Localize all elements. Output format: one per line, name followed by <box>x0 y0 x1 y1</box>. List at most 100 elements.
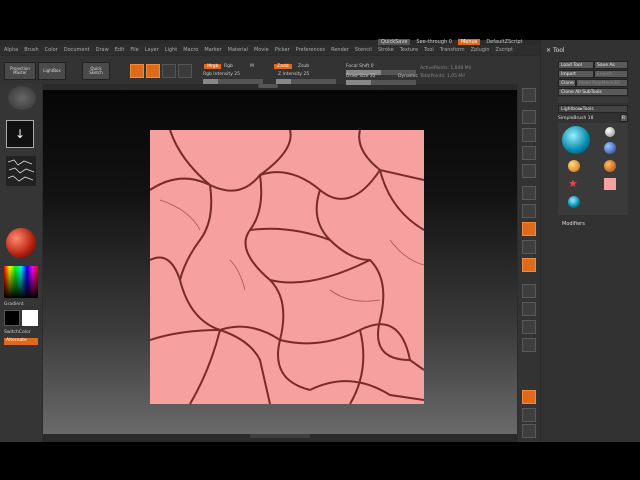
menu-item-zscript[interactable]: Zscript <box>496 47 513 53</box>
menu-item-document[interactable]: Document <box>64 47 90 53</box>
main-color-swatch[interactable] <box>4 310 20 326</box>
lightbox-button[interactable]: LightBox <box>38 62 66 80</box>
menu-item-stroke[interactable]: Stroke <box>378 47 394 53</box>
menu-item-alpha[interactable]: Alpha <box>4 47 18 53</box>
r-button[interactable]: R <box>620 114 628 122</box>
make-polymesh-button[interactable]: Make PolyMesh3D <box>576 79 628 87</box>
menu-item-brush[interactable]: Brush <box>24 47 38 53</box>
solo-button[interactable] <box>522 424 536 438</box>
scale-mode-button[interactable] <box>178 64 192 78</box>
clone-all-subtools-button[interactable]: Clone All SubTools <box>558 88 628 96</box>
actual-button[interactable] <box>522 146 536 160</box>
bottom-bar <box>0 442 640 480</box>
menu-item-render[interactable]: Render <box>331 47 349 53</box>
color-picker[interactable] <box>4 266 38 298</box>
m-button[interactable]: M <box>250 64 254 69</box>
tool-singlebrush-thumb[interactable] <box>568 160 580 172</box>
material-sphere[interactable] <box>6 228 36 258</box>
active-points-readout: ActivePoints: 1,048 Mil <box>420 66 472 71</box>
alpha-noise-icon <box>7 159 35 182</box>
mrgb-button: Mrgb <box>204 64 222 69</box>
menu-item-picker[interactable]: Picker <box>275 47 290 53</box>
rgb-intensity-label: Rgb Intensity 25 <box>203 72 241 77</box>
projection-master-button[interactable]: Projection Master <box>4 62 36 80</box>
menu-item-layer[interactable]: Layer <box>145 47 159 53</box>
menu-item-macro[interactable]: Macro <box>183 47 198 53</box>
menu-item-color[interactable]: Color <box>45 47 58 53</box>
rotate-button[interactable] <box>522 338 536 352</box>
canvas-scroll-handle[interactable] <box>258 84 278 88</box>
switch-color-button[interactable]: SwitchColor <box>4 330 31 335</box>
xyz-button[interactable] <box>522 258 536 272</box>
scale-button[interactable] <box>522 320 536 334</box>
secondary-color-swatch[interactable] <box>22 310 38 326</box>
menu-item-preferences[interactable]: Preferences <box>296 47 325 53</box>
import-button[interactable]: Import <box>558 70 594 78</box>
menu-item-zplugin[interactable]: Zplugin <box>471 47 490 53</box>
zadd-button: Zadd <box>274 64 292 69</box>
rgb-button[interactable]: Rgb <box>224 64 233 69</box>
zsub-button[interactable]: Zsub <box>298 64 309 69</box>
load-tool-button[interactable]: Load Tool <box>558 61 594 69</box>
save-as-button[interactable]: Save As <box>594 61 628 69</box>
menu-item-transform[interactable]: Transform <box>440 47 465 53</box>
tool-star-icon[interactable]: ★ <box>568 178 580 190</box>
clone-button[interactable]: Clone <box>558 79 576 87</box>
polyf-button[interactable] <box>522 390 536 404</box>
bpr-button[interactable] <box>522 88 536 102</box>
transp-button[interactable] <box>522 408 536 422</box>
tool-simplebrush-small-thumb[interactable] <box>568 196 580 208</box>
tool-canvas-thumb[interactable] <box>604 178 616 190</box>
rgb-intensity-slider[interactable] <box>203 79 263 84</box>
tool-simplebrush-thumb[interactable] <box>562 126 590 154</box>
draw-size-label: Draw Size 32 <box>346 74 376 79</box>
floor-button[interactable] <box>522 204 536 218</box>
lsym-button[interactable] <box>522 240 536 254</box>
menu-item-light[interactable]: Light <box>165 47 177 53</box>
menu-item-movie[interactable]: Movie <box>254 47 269 53</box>
menu-item-stencil[interactable]: Stencil <box>355 47 372 53</box>
modifiers-section[interactable]: Modifiers <box>562 221 585 227</box>
focal-shift-label: Focal Shift 0 <box>346 64 374 69</box>
menu-bar: Alpha Brush Color Document Draw Edit File Layer… <box>0 45 540 55</box>
move-mode-button[interactable] <box>162 64 176 78</box>
alternate-button[interactable]: Alternate <box>4 338 38 345</box>
menu-item-edit[interactable]: Edit <box>115 47 125 53</box>
tool-sphere3d-thumb[interactable] <box>605 127 615 137</box>
draw-mode-button[interactable] <box>146 64 160 78</box>
brush-thumbnail[interactable] <box>8 86 36 110</box>
menu-item-texture[interactable]: Texture <box>400 47 418 53</box>
dynamic-button[interactable]: Dynamic <box>398 74 418 79</box>
crack-pattern <box>149 129 425 405</box>
menu-item-material[interactable]: Material <box>228 47 248 53</box>
menu-item-file[interactable]: File <box>130 47 138 53</box>
tool-zsphere-thumb[interactable] <box>604 160 616 172</box>
canvas-bottom-handle[interactable] <box>250 434 310 438</box>
persp-button[interactable] <box>522 186 536 200</box>
collapse-icon: ✕ <box>546 47 553 54</box>
menu-item-draw[interactable]: Draw <box>96 47 109 53</box>
quick-sketch-button[interactable]: Quick Sketch <box>82 62 110 80</box>
draw-size-slider[interactable] <box>346 80 416 85</box>
tool-polymesh-thumb[interactable] <box>604 142 616 154</box>
move-button[interactable] <box>522 302 536 316</box>
z-intensity-label: Z Intensity 25 <box>278 72 310 77</box>
export-button[interactable]: Export <box>594 70 628 78</box>
title-bar <box>0 0 640 40</box>
z-intensity-slider[interactable] <box>276 79 336 84</box>
cracked-texture-image <box>149 129 425 405</box>
frame-button[interactable] <box>522 284 536 298</box>
menu-item-tool[interactable]: Tool <box>424 47 434 53</box>
zoom-button[interactable] <box>522 128 536 142</box>
stroke-icon[interactable]: ↓ <box>6 120 34 148</box>
lightbox-tools-button[interactable]: Lightbox▸Tools <box>558 105 628 113</box>
current-tool-label: SimpleBrush 18 <box>558 115 594 121</box>
local-button[interactable] <box>522 222 536 236</box>
edit-mode-button[interactable] <box>130 64 144 78</box>
scroll-button[interactable] <box>522 110 536 124</box>
gradient-label: Gradient <box>4 302 24 307</box>
alpha-thumbnail[interactable] <box>6 156 36 186</box>
tool-palette-title[interactable]: ✕ Tool <box>546 47 565 54</box>
aahalf-button[interactable] <box>522 164 536 178</box>
menu-item-marker[interactable]: Marker <box>204 47 221 53</box>
